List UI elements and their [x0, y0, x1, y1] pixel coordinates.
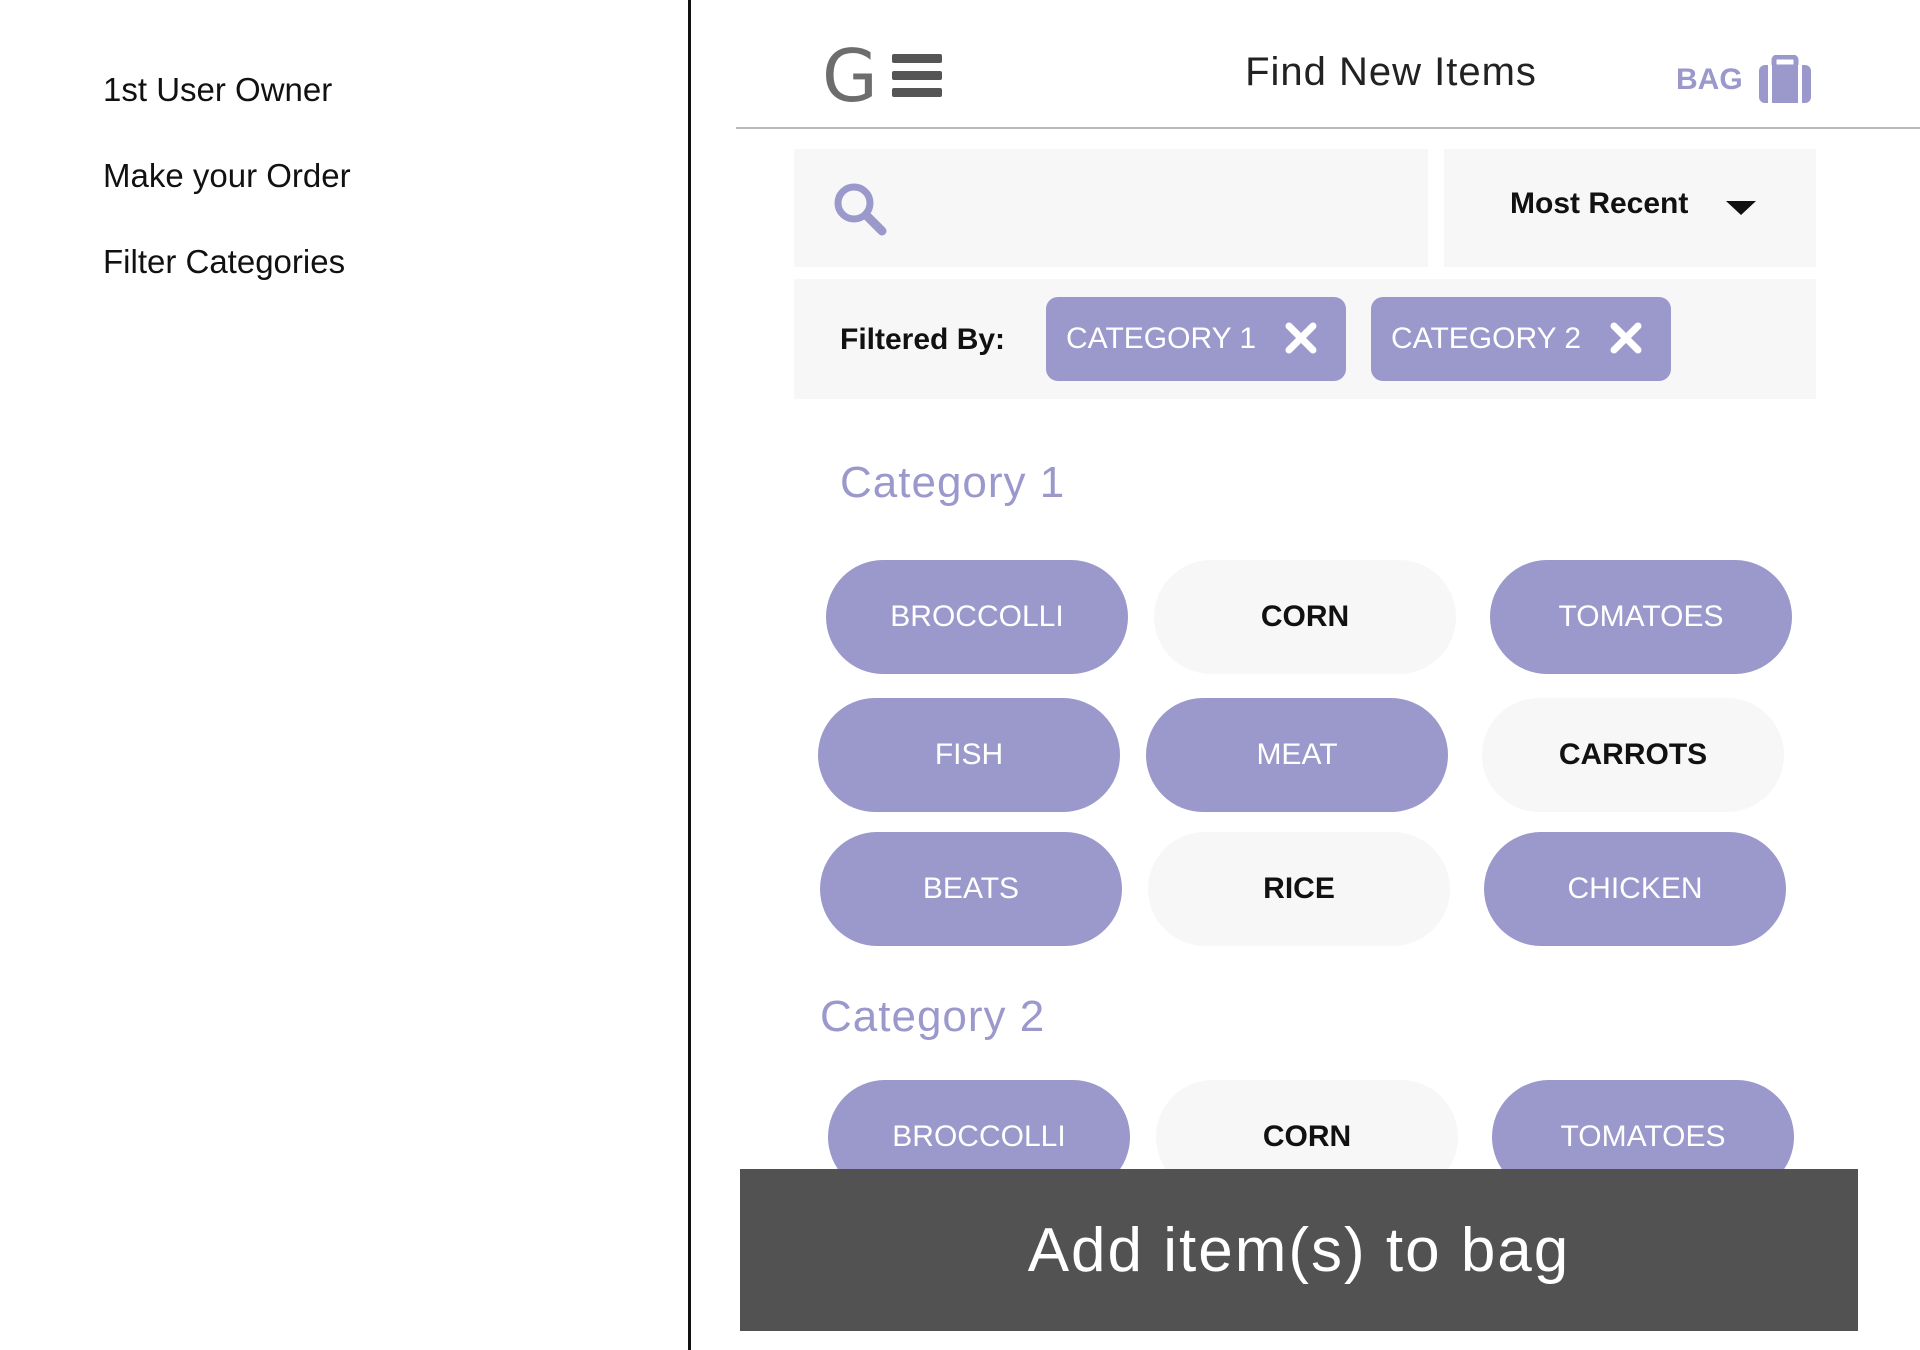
- page-title: Find New Items: [1245, 50, 1537, 94]
- item-pill[interactable]: RICE: [1148, 832, 1450, 946]
- top-bar: G Find New Items BAG: [736, 0, 1920, 128]
- search-box[interactable]: [794, 149, 1428, 267]
- logo: G: [822, 34, 878, 118]
- sort-selected-value: Most Recent: [1510, 187, 1689, 220]
- item-pill[interactable]: BEATS: [820, 832, 1122, 946]
- note-filter-categories: Filter Categories: [103, 243, 346, 280]
- note-make-order: Make your Order: [103, 157, 351, 194]
- chevron-down-icon: [1726, 201, 1756, 215]
- item-pill[interactable]: CARROTS: [1482, 698, 1784, 812]
- filter-chip-category-1[interactable]: CATEGORY 1: [1046, 297, 1346, 381]
- menu-icon[interactable]: [892, 54, 942, 98]
- filter-chip-label: CATEGORY 2: [1391, 322, 1582, 355]
- vertical-divider: [688, 0, 691, 1350]
- item-pill[interactable]: BROCCOLLI: [826, 560, 1128, 674]
- search-input[interactable]: [904, 179, 1408, 239]
- bag-icon: [1758, 55, 1811, 103]
- filter-chip-category-2[interactable]: CATEGORY 2: [1371, 297, 1671, 381]
- search-icon: [834, 183, 887, 236]
- add-to-bag-button[interactable]: Add item(s) to bag: [740, 1169, 1858, 1331]
- annotation-notes: 1st User Owner Make your Order Filter Ca…: [103, 68, 351, 326]
- category-heading: Category 2: [820, 992, 1046, 1041]
- item-pill[interactable]: MEAT: [1146, 698, 1448, 812]
- sort-dropdown[interactable]: Most Recent: [1444, 149, 1816, 267]
- close-icon[interactable]: [1284, 321, 1318, 355]
- page: 1st User Owner Make your Order Filter Ca…: [0, 0, 1920, 1350]
- item-pill[interactable]: CHICKEN: [1484, 832, 1786, 946]
- filter-bar: Filtered By: CATEGORY 1 CATEGORY 2: [794, 279, 1816, 399]
- bag-button[interactable]: BAG: [1676, 54, 1813, 106]
- filter-chip-label: CATEGORY 1: [1066, 322, 1257, 355]
- item-pill[interactable]: FISH: [818, 698, 1120, 812]
- close-icon[interactable]: [1609, 321, 1643, 355]
- item-pill[interactable]: CORN: [1154, 560, 1456, 674]
- app-screen: G Find New Items BAG Most Recent Filtere…: [736, 0, 1920, 1350]
- filter-label: Filtered By:: [840, 323, 1006, 356]
- bag-label: BAG: [1676, 63, 1743, 96]
- note-user-owner: 1st User Owner: [103, 71, 333, 108]
- item-pill[interactable]: TOMATOES: [1490, 560, 1792, 674]
- header-divider: [736, 127, 1920, 129]
- category-heading: Category 1: [840, 458, 1066, 507]
